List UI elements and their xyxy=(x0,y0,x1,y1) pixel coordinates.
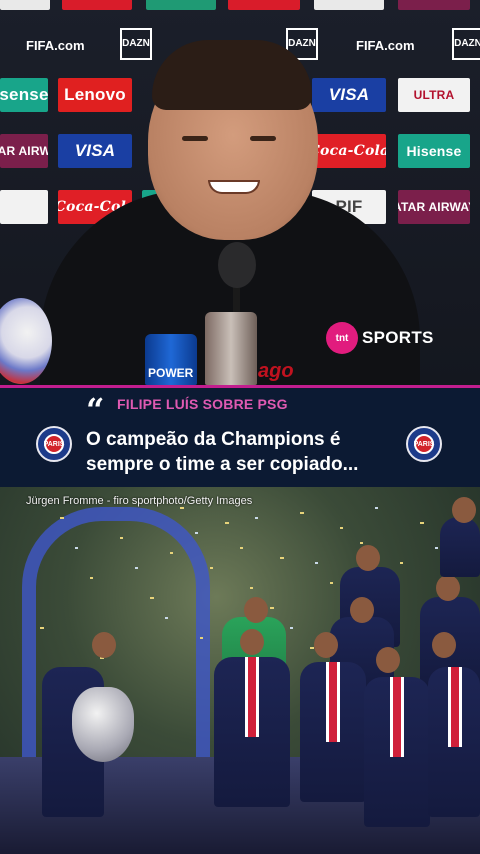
dazn-logo: DAZN xyxy=(452,28,480,60)
player-head xyxy=(432,632,456,658)
tnt-badge-icon: tnt xyxy=(326,322,358,354)
jersey-stripe xyxy=(245,657,259,737)
player-head xyxy=(350,597,374,623)
speaker-eye xyxy=(182,136,208,141)
jersey-stripe xyxy=(326,662,340,742)
sponsor-board-top xyxy=(0,0,480,36)
player-head xyxy=(314,632,338,658)
psg-crest-icon: PARIS xyxy=(406,426,442,462)
player-head xyxy=(244,597,268,623)
player-head xyxy=(240,629,264,655)
quote-panel: “ FILIPE LUÍS SOBRE PSG O campeão da Cha… xyxy=(0,385,480,487)
quote-text-line-1: O campeão da Champions é xyxy=(86,429,341,450)
jersey-stripe xyxy=(448,667,462,747)
psg-celebration-photo[interactable]: Jürgen Fromme - firo sportphoto/Getty Im… xyxy=(0,487,480,854)
sponsor-logo xyxy=(62,0,132,10)
player-head xyxy=(356,545,380,571)
speaker-smile xyxy=(208,180,260,194)
psg-crest-center: PARIS xyxy=(414,434,434,454)
player-head xyxy=(436,575,460,601)
champions-league-trophy-icon xyxy=(72,687,134,762)
sponsor-logo xyxy=(146,0,216,10)
player-head xyxy=(376,647,400,673)
speaker-hair xyxy=(152,40,312,110)
bottle-label: POWER xyxy=(148,366,194,380)
player-head xyxy=(452,497,476,523)
accent-divider xyxy=(0,385,480,388)
player xyxy=(440,517,480,577)
psg-crest-center: PARIS xyxy=(44,434,64,454)
quote-icon: “ xyxy=(86,391,105,429)
speaker-eye xyxy=(250,136,276,141)
sleeve-logo: ago xyxy=(258,360,294,382)
water-bottle xyxy=(205,312,257,385)
sponsor-logo xyxy=(0,0,50,10)
press-conference-video[interactable]: FIFA.com DAZN DAZN FIFA.com DAZN sense L… xyxy=(0,0,480,385)
psg-crest-icon: PARIS xyxy=(36,426,72,462)
tnt-sports-logo: tnt SPORTS xyxy=(326,322,434,354)
quote-author: FILIPE LUÍS SOBRE PSG xyxy=(117,396,288,412)
sponsor-logo xyxy=(398,0,470,10)
photo-credit: Jürgen Fromme - firo sportphoto/Getty Im… xyxy=(26,495,253,507)
sponsor-logo xyxy=(314,0,384,10)
player-head xyxy=(92,632,116,658)
quote-text-line-2: sempre o time a ser copiado... xyxy=(86,454,359,475)
tnt-sports-text: SPORTS xyxy=(362,328,434,347)
sponsor-logo xyxy=(228,0,300,10)
jersey-stripe xyxy=(390,677,404,757)
microphone-icon xyxy=(218,242,256,288)
